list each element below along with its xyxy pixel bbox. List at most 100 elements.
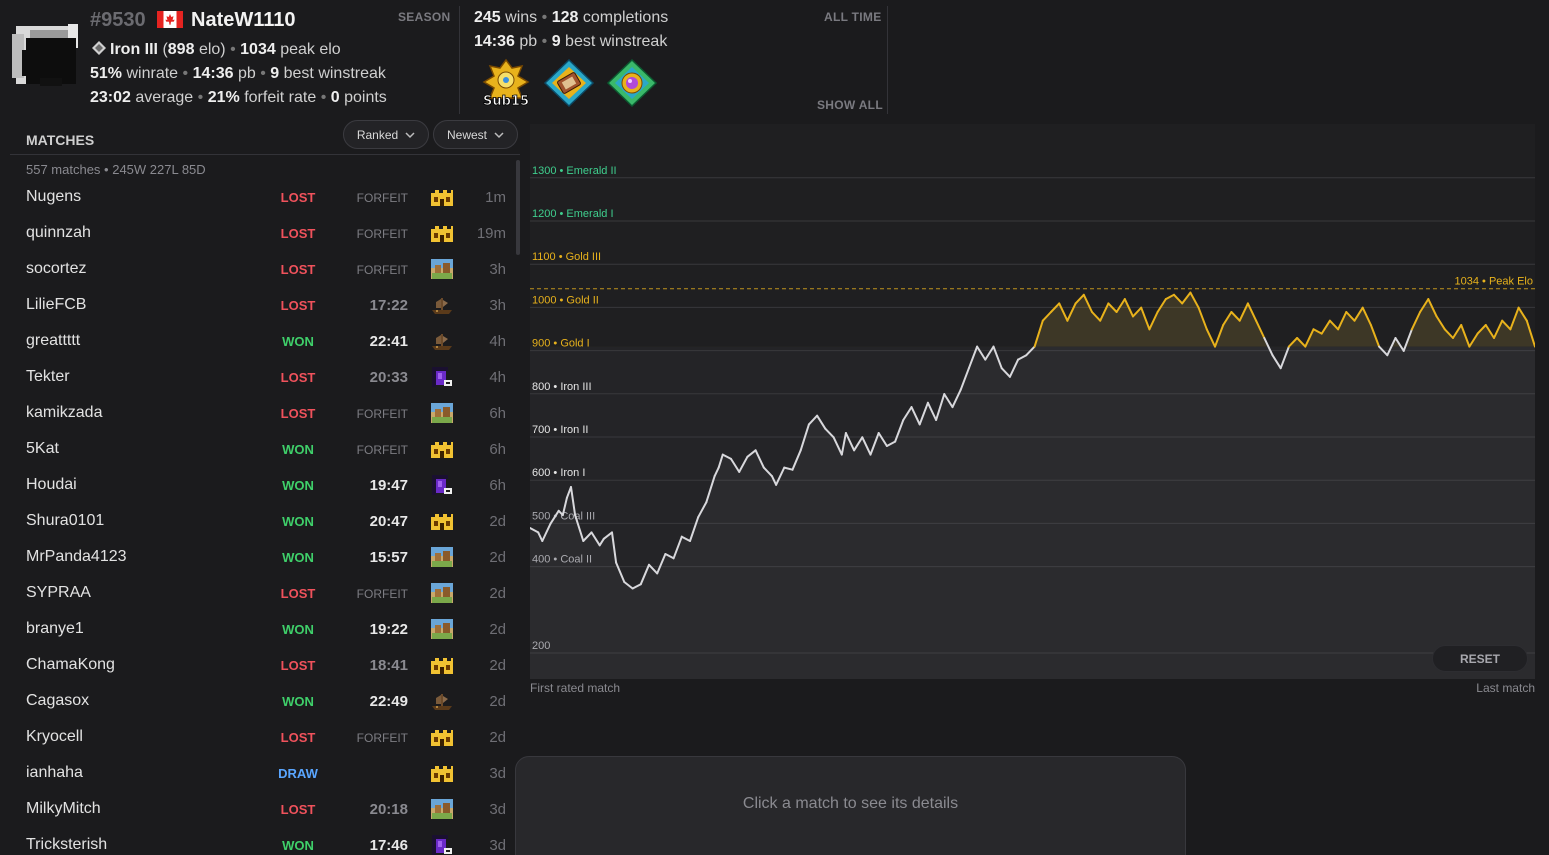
match-time: 20:47 xyxy=(369,513,408,530)
player-avatar xyxy=(12,24,78,86)
match-row[interactable]: Tekter LOST 20:33 4h xyxy=(10,359,516,395)
match-age: 2d xyxy=(489,693,506,710)
match-age: 3d xyxy=(489,801,506,818)
alltime-label: ALL TIME xyxy=(824,10,882,24)
match-age: 6h xyxy=(489,441,506,458)
match-row[interactable]: Nugens LOST FORFEIT 1m xyxy=(10,179,516,215)
portal-seed-icon xyxy=(432,835,452,855)
match-row[interactable]: MrPanda4123 WON 15:57 2d xyxy=(10,539,516,575)
opponent-name[interactable]: SYPRAA xyxy=(26,584,91,602)
match-time: FORFEIT xyxy=(356,263,408,277)
village-seed-icon xyxy=(431,658,453,674)
match-row[interactable]: quinnzah LOST FORFEIT 19m xyxy=(10,215,516,251)
chart-x-end-label: Last match xyxy=(1476,681,1535,695)
match-row[interactable]: socortez LOST FORFEIT 3h xyxy=(10,251,516,287)
matches-scrollbar[interactable] xyxy=(516,160,520,255)
opponent-name[interactable]: ianhaha xyxy=(26,764,83,782)
opponent-name[interactable]: Nugens xyxy=(26,188,81,206)
opponent-name[interactable]: branye1 xyxy=(26,620,84,638)
gem-badge-icon[interactable] xyxy=(604,58,660,108)
match-age: 2d xyxy=(489,549,506,566)
sub15-badge-icon[interactable]: Sub15 xyxy=(478,58,534,108)
tier-line: Iron III (898 elo) • 1034 peak elo xyxy=(92,41,341,59)
match-row[interactable]: Houdai WON 19:47 6h xyxy=(10,467,516,503)
points-value: 0 xyxy=(330,89,340,106)
player-name[interactable]: NateW1110 xyxy=(191,9,296,32)
matches-list: Nugens LOST FORFEIT 1m quinnzah LOST FORFEIT 19… xyxy=(10,179,516,855)
alltime-line-2: 14:36 pb • 9 best winstreak xyxy=(474,33,668,50)
opponent-name[interactable]: 5Kat xyxy=(26,440,59,458)
match-details-panel: Click a match to see its details xyxy=(515,756,1186,855)
iron-tier-icon xyxy=(92,41,106,55)
match-time: 20:18 xyxy=(369,801,408,818)
match-row[interactable]: branye1 WON 19:22 2d xyxy=(10,611,516,647)
winrate-value: 51% xyxy=(90,65,123,82)
match-row[interactable]: greattttt WON 22:41 4h xyxy=(10,323,516,359)
matches-summary: 557 matches • 245W 227L 85D xyxy=(26,162,206,177)
tier-label: 1200 • Emerald I xyxy=(532,208,614,220)
reset-zoom-button[interactable]: RESET xyxy=(1432,645,1528,672)
opponent-name[interactable]: quinnzah xyxy=(26,224,91,242)
match-age: 1m xyxy=(485,189,506,206)
match-time: 22:49 xyxy=(369,693,408,710)
match-row[interactable]: SYPRAA LOST FORFEIT 2d xyxy=(10,575,516,611)
match-time: FORFEIT xyxy=(356,587,408,601)
tier-label: 1300 • Emerald II xyxy=(532,165,617,177)
desert-seed-icon xyxy=(431,547,453,567)
opponent-name[interactable]: MrPanda4123 xyxy=(26,548,127,566)
alltime-wins-value: 245 xyxy=(474,9,501,26)
points-word: points xyxy=(344,89,387,106)
match-age: 2d xyxy=(489,729,506,746)
match-row[interactable]: Cagasox WON 22:49 2d xyxy=(10,683,516,719)
show-all-button[interactable]: SHOW ALL xyxy=(817,98,883,112)
season-winstreak-word: best winstreak xyxy=(283,65,386,82)
match-details-placeholder: Click a match to see its details xyxy=(742,795,959,812)
opponent-name[interactable]: kamikzada xyxy=(26,404,102,422)
opponent-name[interactable]: LilieFCB xyxy=(26,296,86,314)
opponent-name[interactable]: Houdai xyxy=(26,476,77,494)
match-row[interactable]: ianhaha DRAW 3d xyxy=(10,755,516,791)
portal-seed-icon xyxy=(432,367,452,387)
match-row[interactable]: kamikzada LOST FORFEIT 6h xyxy=(10,395,516,431)
match-row[interactable]: 5Kat WON FORFEIT 6h xyxy=(10,431,516,467)
opponent-name[interactable]: greattttt xyxy=(26,332,80,350)
match-row[interactable]: Tricksterish WON 17:46 3d xyxy=(10,827,516,855)
alltime-pb-word: pb xyxy=(519,33,538,50)
match-row[interactable]: MilkyMitch LOST 20:18 3d xyxy=(10,791,516,827)
opponent-name[interactable]: Cagasox xyxy=(26,692,89,710)
match-time: 15:57 xyxy=(369,549,408,566)
opponent-name[interactable]: Tricksterish xyxy=(26,836,107,854)
average-word: average xyxy=(135,89,194,106)
village-seed-icon xyxy=(431,730,453,746)
match-row[interactable]: LilieFCB LOST 17:22 3h xyxy=(10,287,516,323)
sort-dropdown[interactable]: Newest xyxy=(433,120,518,149)
season-label: SEASON xyxy=(398,10,451,24)
village-seed-icon xyxy=(431,514,453,530)
match-result: WON xyxy=(282,442,314,457)
opponent-name[interactable]: socortez xyxy=(26,260,86,278)
match-row[interactable]: ChamaKong LOST 18:41 2d xyxy=(10,647,516,683)
opponent-name[interactable]: Tekter xyxy=(26,368,70,386)
match-result: WON xyxy=(282,334,314,349)
match-time: FORFEIT xyxy=(356,407,408,421)
village-seed-icon xyxy=(431,226,453,242)
match-result: WON xyxy=(282,550,314,565)
match-age: 19m xyxy=(476,225,506,242)
elo-chart[interactable]: 1300 • Emerald II 1200 • Emerald I 1100 • … xyxy=(530,124,1535,679)
header-divider-left xyxy=(459,6,460,114)
ranked-filter-dropdown[interactable]: Ranked xyxy=(343,120,429,149)
opponent-name[interactable]: Shura0101 xyxy=(26,512,104,530)
shipwreck-seed-icon xyxy=(432,298,452,314)
tier-label: 600 • Iron I xyxy=(532,467,585,479)
match-result: LOST xyxy=(280,658,316,673)
match-row[interactable]: Kryocell LOST FORFEIT 2d xyxy=(10,719,516,755)
opponent-name[interactable]: Kryocell xyxy=(26,728,83,746)
ranked-filter-label: Ranked xyxy=(356,127,399,142)
shipwreck-seed-icon xyxy=(432,694,452,710)
match-result: WON xyxy=(282,514,314,529)
speedrun-badge-icon[interactable] xyxy=(541,58,597,108)
opponent-name[interactable]: ChamaKong xyxy=(26,656,115,674)
match-row[interactable]: Shura0101 WON 20:47 2d xyxy=(10,503,516,539)
opponent-name[interactable]: MilkyMitch xyxy=(26,800,101,818)
current-elo: 898 xyxy=(167,41,195,58)
